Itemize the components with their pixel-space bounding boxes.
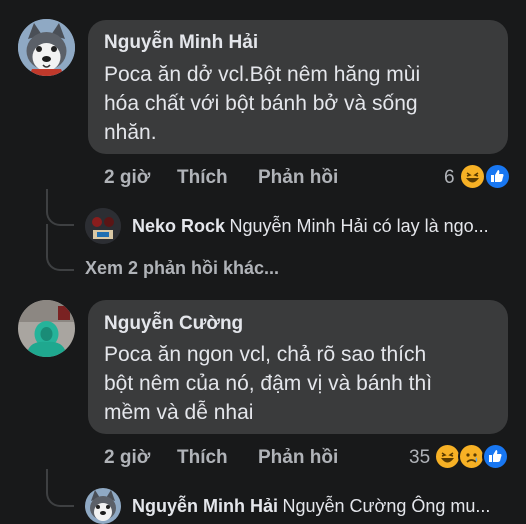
green-hoodie-avatar-icon [18,300,75,357]
comment-time[interactable]: 2 giờ [104,447,150,469]
comment-text-line: bột nêm của nó, đậm vị và bánh thì [104,372,433,395]
comment-text-line: mềm và dễ nhai [104,401,254,424]
like-button[interactable]: Thích [177,447,228,469]
thread-connector [46,469,74,507]
comment-text-line: hóa chất với bột bánh bở và sống [104,92,418,115]
comment-author[interactable]: Nguyễn Cường [104,313,243,335]
thread-connector [46,189,74,226]
avatar-nguyen-minh-hai-reply[interactable] [85,488,121,524]
reply-line: Neko Rock Nguyễn Minh Hải có lay là ngo.… [132,216,489,237]
reply-text[interactable]: Nguyễn Cường Ông mu... [282,496,490,516]
reply-button[interactable]: Phản hồi [258,167,338,189]
reply-text[interactable]: Nguyễn Minh Hải có lay là ngo... [230,216,489,236]
neko-avatar-icon [85,208,121,244]
reply-button[interactable]: Phản hồi [258,447,338,469]
comment-text-line: Poca ăn dở vcl.Bột nêm hăng mùi [104,63,421,86]
haha-reaction-icon[interactable] [459,163,486,190]
reaction-count[interactable]: 6 [444,167,455,189]
husky-avatar-icon [85,488,121,524]
comment-text-line: Poca ăn ngon vcl, chả rõ sao thích [104,343,427,366]
avatar-nguyen-cuong[interactable] [18,300,75,357]
avatar-nguyen-minh-hai[interactable] [18,19,75,76]
comment-author[interactable]: Nguyễn Minh Hải [104,32,258,54]
reply-line: Nguyễn Minh Hải Nguyễn Cường Ông mu... [132,496,490,517]
avatar-neko-rock[interactable] [85,208,121,244]
husky-avatar-icon [18,19,75,76]
reply-author[interactable]: Nguyễn Minh Hải [132,496,278,516]
like-button[interactable]: Thích [177,167,228,189]
comment-text-line: nhăn. [104,121,157,144]
comment-time[interactable]: 2 giờ [104,167,150,189]
comment-text: Poca ăn dở vcl.Bột nêm hăng mùi hóa chất… [104,60,420,147]
reply-author[interactable]: Neko Rock [132,216,225,236]
comment-text: Poca ăn ngon vcl, chả rõ sao thích bột n… [104,340,432,427]
sad-reaction-icon[interactable] [458,443,485,470]
like-reaction-icon[interactable] [482,443,509,470]
thread-connector [46,224,74,271]
view-more-replies-link[interactable]: Xem 2 phản hồi khác... [85,258,279,279]
reaction-count[interactable]: 35 [409,447,430,469]
like-reaction-icon[interactable] [484,163,511,190]
haha-reaction-icon[interactable] [434,443,461,470]
